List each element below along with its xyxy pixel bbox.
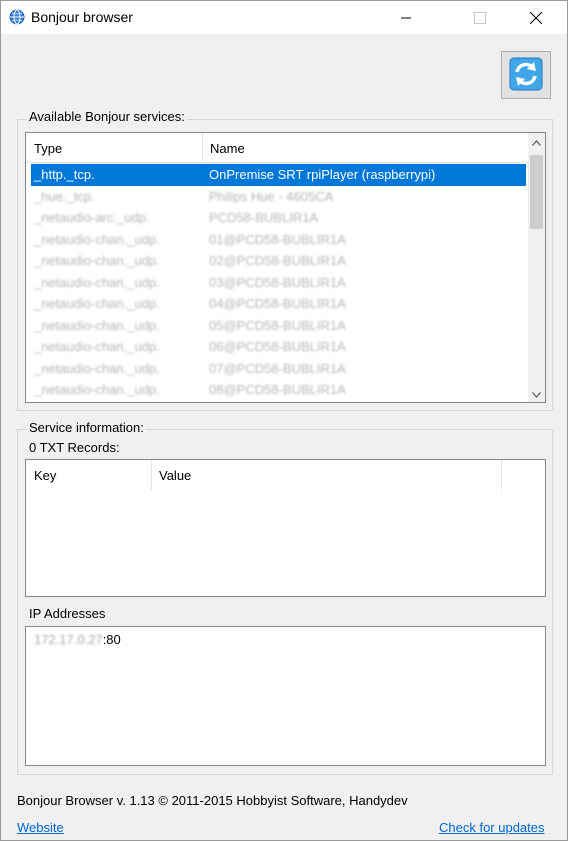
globe-icon [9,9,25,25]
service-type-cell: _netaudio-chan._udp. [34,360,160,376]
scroll-up-arrow[interactable] [528,133,545,150]
txt-records-header: Key Value [26,460,545,490]
ip-port: :80 [102,632,121,647]
chevron-down-icon [532,386,541,401]
close-button[interactable] [513,1,559,34]
service-type-cell: _netaudio-chan._udp. [34,296,160,311]
chevron-up-icon [532,134,541,149]
service-type-cell: _netaudio-arc._udp. [34,210,150,225]
column-header-type[interactable]: Type [26,133,62,163]
txt-records-label: 0 TXT Records: [29,440,120,455]
service-row[interactable]: _http._tcp. OnPremise SRT rpiPlayer (rasp… [31,164,526,186]
close-icon [530,11,542,24]
refresh-icon [509,57,543,94]
service-row[interactable]: _netaudio-chan._udp. 05@PCD58-BUBLIR1A [26,315,526,337]
column-header-key[interactable]: Key [26,460,56,490]
service-type-cell: _http._tcp. [34,167,95,182]
minimize-icon [401,13,411,23]
service-name-cell: 06@PCD58-BUBLIR1A [209,339,346,354]
service-row[interactable]: _hue._tcp. Philips Hue - 4605CA [26,186,526,208]
column-header-name[interactable]: Name [202,133,245,163]
service-row[interactable]: _netaudio-chan._udp. 07@PCD58-BUBLIR1A [26,358,526,380]
services-scrollbar[interactable] [528,133,545,402]
service-name-cell: 08@PCD58-BUBLIR1A [209,382,346,397]
services-rows: _http._tcp. OnPremise SRT rpiPlayer (rasp… [26,164,526,401]
service-name-cell: 02@PCD58-BUBLIR1A [209,253,346,268]
service-row[interactable]: _netaudio-arc._udp. PCD58-BUBLIR1A [26,207,526,229]
service-type-cell: _netaudio-chan._udp. [34,274,160,290]
service-name-cell: Philips Hue - 4605CA [209,188,334,204]
service-name-cell: 04@PCD58-BUBLIR1A [209,296,346,311]
service-type-cell: _netaudio-chan._udp. [34,382,160,397]
ip-addresses-label: IP Addresses [29,606,106,621]
txt-records-list[interactable]: Key Value [25,459,546,597]
service-row[interactable]: _netaudio-chan._udp. 02@PCD58-BUBLIR1A [26,250,526,272]
service-name-cell: 07@PCD58-BUBLIR1A [209,360,346,376]
service-type-cell: _netaudio-chan._udp. [34,317,160,333]
scrollbar-thumb[interactable] [530,155,543,229]
refresh-button[interactable] [501,51,551,99]
scroll-down-arrow[interactable] [528,385,545,402]
copyright-text: Bonjour Browser v. 1.13 © 2011-2015 Hobb… [17,793,408,808]
column-header-value[interactable]: Value [151,460,191,490]
service-type-cell: _netaudio-chan._udp. [34,339,160,354]
service-row[interactable]: _netaudio-chan._udp. 08@PCD58-BUBLIR1A [26,379,526,401]
service-row[interactable]: _netaudio-chan._udp. 01@PCD58-BUBLIR1A [26,229,526,251]
check-updates-link[interactable]: Check for updates [439,820,545,835]
service-name-cell: PCD58-BUBLIR1A [209,210,319,225]
maximize-icon [474,11,486,24]
service-type-cell: _netaudio-chan._udp. [34,231,160,247]
ip-address-redacted: 172.17.0.27 [34,632,103,647]
bonjour-browser-window: Bonjour browser Available Bonjour servic… [0,0,568,841]
minimize-button[interactable] [383,1,429,34]
service-type-cell: _netaudio-chan._udp. [34,253,160,268]
service-name-cell: OnPremise SRT rpiPlayer (raspberrypi) [209,167,436,182]
ip-addresses-box[interactable]: 172.17.0.27:80 [25,626,546,766]
title-bar[interactable]: Bonjour browser [1,1,567,34]
service-info-group-label: Service information: [27,420,146,435]
service-row[interactable]: _netaudio-chan._udp. 04@PCD58-BUBLIR1A [26,293,526,315]
services-group-label: Available Bonjour services: [27,109,187,124]
services-list[interactable]: Type Name _http._tcp. OnPremise SRT rpiPl… [25,132,546,403]
maximize-button[interactable] [457,1,503,34]
website-link[interactable]: Website [17,820,64,835]
service-row[interactable]: _netaudio-chan._udp. 03@PCD58-BUBLIR1A [26,272,526,294]
service-name-cell: 03@PCD58-BUBLIR1A [209,274,346,290]
service-type-cell: _hue._tcp. [34,188,95,204]
services-list-header: Type Name [26,133,545,163]
ip-address-entry[interactable]: 172.17.0.27:80 [34,632,121,647]
column-separator[interactable] [501,460,502,490]
service-name-cell: 05@PCD58-BUBLIR1A [209,317,346,333]
service-name-cell: 01@PCD58-BUBLIR1A [209,231,346,247]
window-title: Bonjour browser [31,9,133,25]
service-row[interactable]: _netaudio-chan._udp. 06@PCD58-BUBLIR1A [26,336,526,358]
